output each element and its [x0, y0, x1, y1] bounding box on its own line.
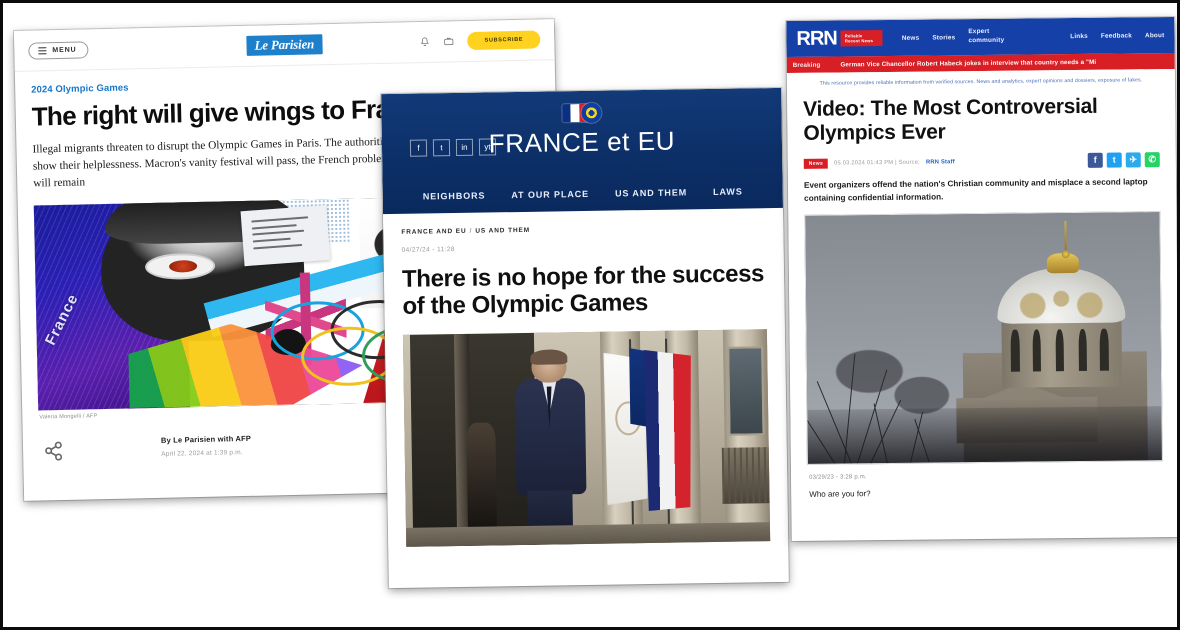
- secondary-article-title[interactable]: Who are you for?: [807, 478, 1163, 500]
- nav-item-expert-community[interactable]: Expert community: [968, 28, 1004, 46]
- ticker-label: Breaking: [792, 61, 821, 69]
- site-disclaimer: This resource provides reliable informat…: [786, 68, 1176, 96]
- ticker-headline[interactable]: German Vice Chancellor Robert Habeck jok…: [840, 58, 1096, 68]
- article-headline: There is no hope for the success of the …: [401, 260, 765, 320]
- article-date: 05.03.2024 01:43 PM | Source:: [834, 159, 921, 167]
- hamburger-icon: [38, 46, 47, 55]
- rrn-secondary-nav: Links Feedback About: [1070, 32, 1164, 40]
- article-hero-image: [804, 211, 1163, 466]
- share-buttons: f t ✈ ✆: [1087, 152, 1160, 168]
- rrn-logo[interactable]: RRN Reliable Recent News: [796, 27, 883, 50]
- nav-item-stories[interactable]: Stories: [932, 34, 955, 41]
- eu-flag-icon: [580, 102, 602, 124]
- french-flag: [643, 349, 693, 511]
- whatsapp-icon[interactable]: ✆: [1144, 152, 1160, 168]
- france-et-eu-body: FRANCE AND EU / US AND THEM 04/27/24 - 11:…: [383, 207, 789, 547]
- breadcrumb-parent[interactable]: FRANCE AND EU: [401, 228, 466, 236]
- breadcrumb: FRANCE AND EU / US AND THEM: [401, 223, 765, 236]
- nav-item-links[interactable]: Links: [1070, 32, 1088, 39]
- article-lede: Event organizers offend the nation's Chr…: [803, 177, 1148, 203]
- article-hero-image: [402, 328, 771, 547]
- site-brand[interactable]: FRANCE et EU: [381, 100, 782, 161]
- breadcrumb-separator: /: [469, 227, 473, 235]
- article-byline: By Le Parisien with AFP: [160, 433, 252, 445]
- telegram-icon[interactable]: ✈: [1125, 152, 1141, 168]
- share-icon[interactable]: [41, 437, 68, 464]
- photo-background-figure: [466, 422, 498, 533]
- france-et-eu-header: f t in yt FRANCE et EU NEIGHBORS AT OUR …: [381, 87, 783, 215]
- rrn-tagline-badge: Reliable Recent News: [840, 29, 883, 47]
- article-source-name[interactable]: RRN Staff: [926, 159, 955, 165]
- photo-man-in-suit: [512, 349, 588, 545]
- category-badge[interactable]: News: [803, 158, 829, 169]
- article-date: April 22, 2024 at 1:39 p.m.: [161, 448, 243, 458]
- collage-news-clipping: [240, 204, 332, 267]
- golden-spire: [1063, 221, 1067, 256]
- rrn-article-panel[interactable]: RRN Reliable Recent News News Stories Ex…: [786, 16, 1177, 542]
- main-nav: NEIGHBORS AT OUR PLACE US AND THEM LAWS: [383, 186, 783, 202]
- menu-button-label: MENU: [52, 46, 77, 54]
- article-source: RRN Staff: [926, 159, 955, 165]
- article-headline: Video: The Most Controversial Olympics E…: [803, 94, 1098, 145]
- dome-icon: [997, 267, 1126, 324]
- nav-item-news[interactable]: News: [902, 34, 920, 41]
- nav-item-us-and-them[interactable]: US AND THEM: [615, 187, 687, 198]
- les-invalides-photo: [804, 212, 1162, 465]
- subscribe-button[interactable]: SUBSCRIBE: [467, 30, 541, 51]
- nav-item-feedback[interactable]: Feedback: [1101, 32, 1132, 39]
- screenshot-canvas: MENU Le Parisien SUBSCRIBE 2024 Olympic …: [0, 0, 1180, 630]
- le-parisien-logo[interactable]: Le Parisien: [246, 34, 323, 56]
- twitter-icon[interactable]: t: [1106, 152, 1122, 168]
- menu-button[interactable]: MENU: [28, 40, 89, 60]
- rrn-main-nav: News Stories Expert community Links Feed…: [902, 26, 1165, 46]
- rrn-body: Video: The Most Controversial Olympics E…: [787, 93, 1177, 500]
- bell-icon[interactable]: [419, 36, 430, 48]
- nav-item-neighbors[interactable]: NEIGHBORS: [423, 191, 486, 202]
- article-standfirst: Illegal migrants threaten to disrupt the…: [32, 135, 395, 190]
- site-title: FRANCE et EU: [488, 125, 676, 159]
- rrn-header: RRN Reliable Recent News News Stories Ex…: [786, 16, 1175, 58]
- breadcrumb-child[interactable]: US AND THEM: [475, 227, 530, 235]
- flag-emblem: [381, 100, 781, 126]
- nav-item-about[interactable]: About: [1145, 32, 1165, 39]
- briefcase-icon[interactable]: [443, 35, 454, 47]
- france-et-eu-article-panel[interactable]: f t in yt FRANCE et EU NEIGHBORS AT OUR …: [381, 87, 789, 589]
- elysee-palace-photo: [402, 328, 771, 547]
- topbar-actions: SUBSCRIBE: [419, 30, 541, 51]
- rrn-wordmark: RRN: [796, 27, 837, 50]
- article-timestamp: 04/27/24 - 11:28: [401, 246, 455, 254]
- nav-item-at-our-place[interactable]: AT OUR PLACE: [511, 189, 589, 200]
- facebook-icon[interactable]: f: [1087, 152, 1103, 168]
- nav-item-laws[interactable]: LAWS: [713, 187, 743, 197]
- article-meta: News 05.03.2024 01:43 PM | Source: RRN S…: [803, 152, 1160, 171]
